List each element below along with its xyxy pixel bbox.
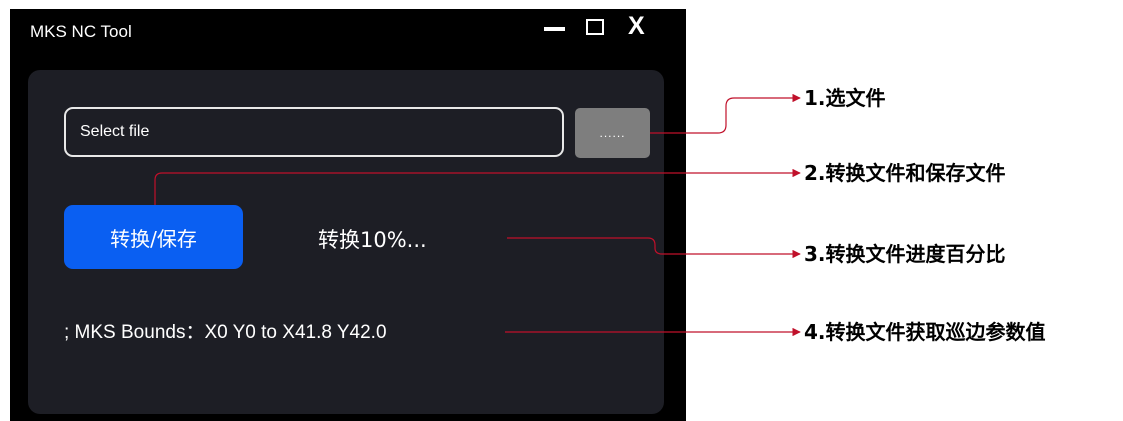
annotation-label-4: 4.转换文件获取巡边参数值 bbox=[804, 320, 1046, 344]
bounds-readout: ; MKS Bounds：X0 Y0 to X41.8 Y42.0 bbox=[64, 322, 387, 343]
close-icon[interactable]: X bbox=[628, 11, 645, 41]
browse-button[interactable]: ...... bbox=[575, 108, 650, 158]
maximize-icon[interactable] bbox=[586, 19, 604, 35]
annotation-label-2: 2.转换文件和保存文件 bbox=[804, 161, 1006, 185]
annotation-label-1: 1.选文件 bbox=[804, 86, 886, 110]
file-path-input[interactable] bbox=[64, 107, 564, 157]
screenshot-stage: MKS NC Tool X ...... 转换/保存 转换10%... ; MK… bbox=[0, 0, 1123, 421]
minimize-icon[interactable] bbox=[544, 27, 565, 31]
annotation-label-3: 3.转换文件进度百分比 bbox=[804, 242, 1006, 266]
window-title: MKS NC Tool bbox=[30, 22, 132, 41]
progress-text: 转换10%... bbox=[318, 228, 427, 252]
convert-save-button[interactable]: 转换/保存 bbox=[64, 205, 243, 269]
